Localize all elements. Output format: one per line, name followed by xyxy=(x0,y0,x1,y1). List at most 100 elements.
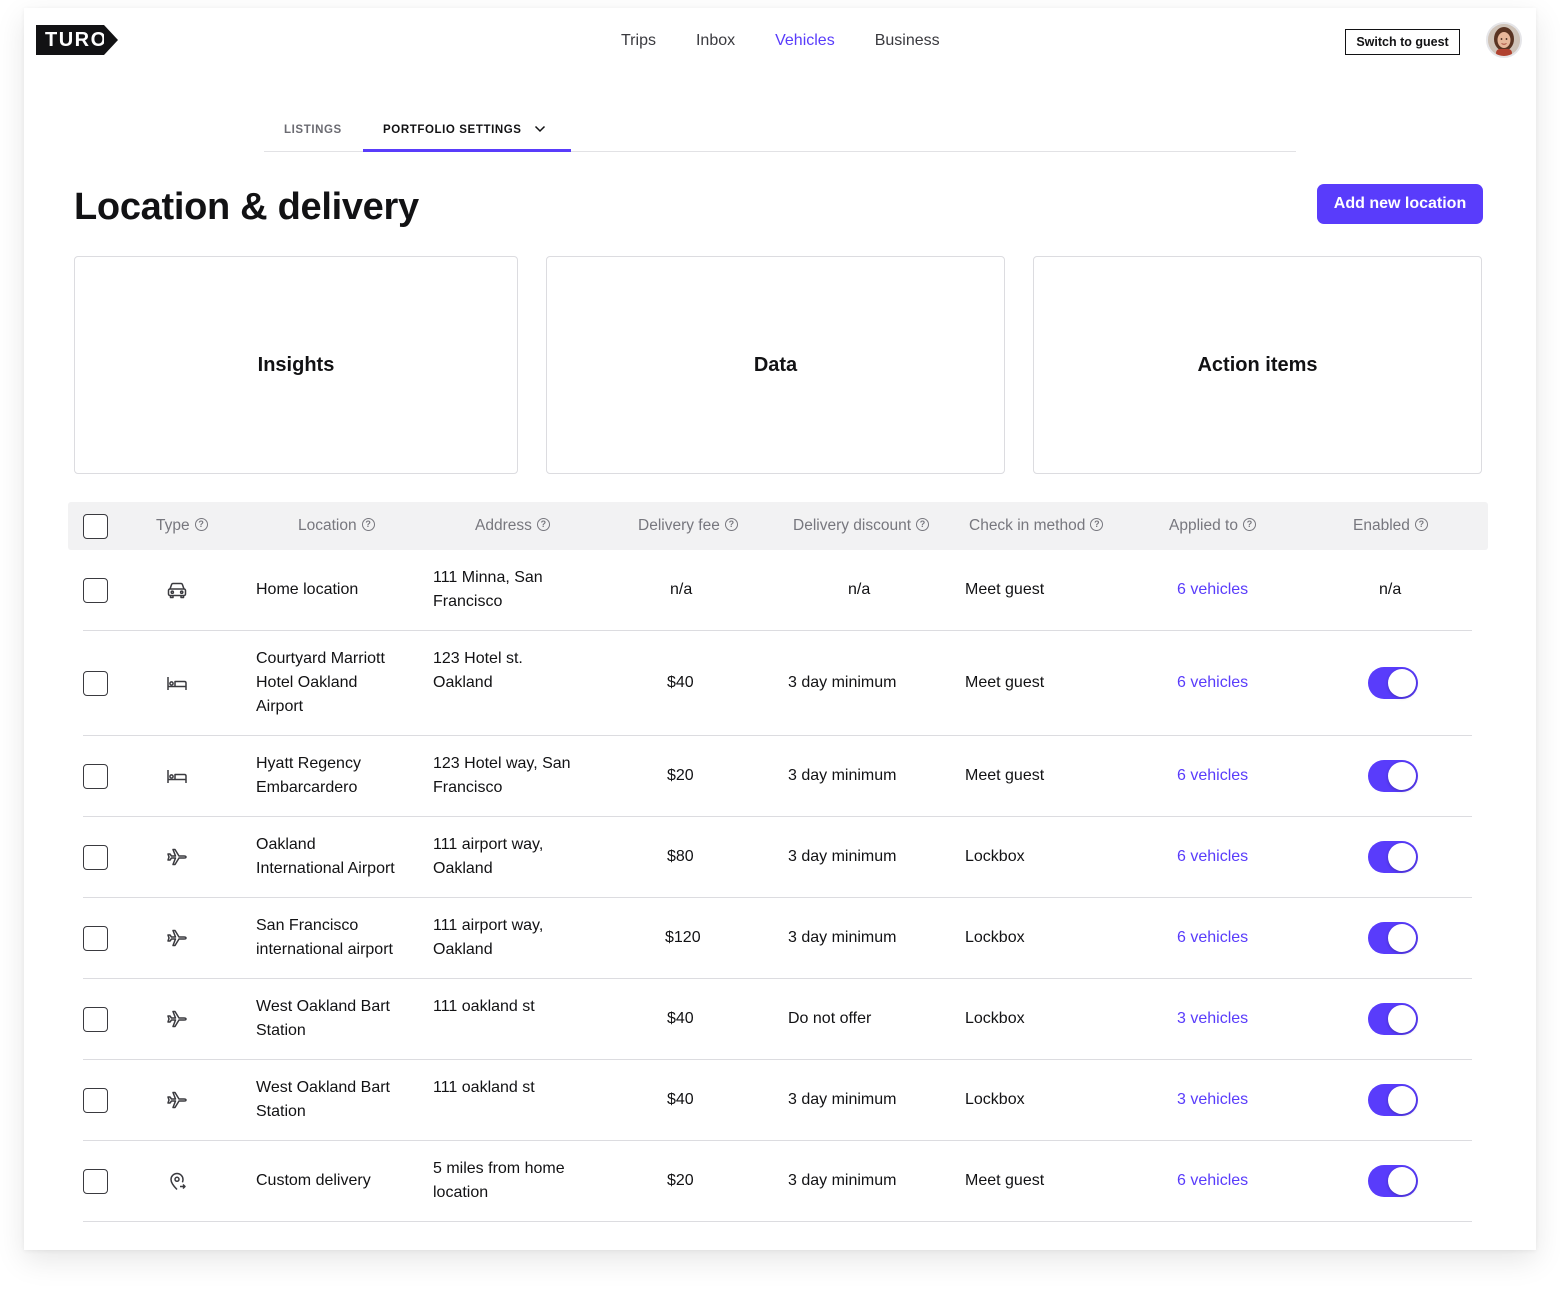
row-applied-to-link[interactable]: 3 vehicles xyxy=(1177,1007,1248,1031)
help-icon[interactable]: ? xyxy=(194,517,208,531)
header-check-in-method-label: Check in method xyxy=(969,517,1086,534)
help-icon[interactable]: ? xyxy=(724,517,738,531)
row-delivery-fee: $40 xyxy=(667,1091,694,1108)
nav-vehicles[interactable]: Vehicles xyxy=(775,31,835,51)
nav-business[interactable]: Business xyxy=(875,31,940,51)
row-applied-to-link[interactable]: 6 vehicles xyxy=(1177,1169,1248,1193)
table-header: Type? Location? Address? Delivery fee? D… xyxy=(68,502,1488,550)
header-location[interactable]: Location? xyxy=(298,502,375,550)
nav-trips[interactable]: Trips xyxy=(621,31,656,51)
header-applied-to[interactable]: Applied to? xyxy=(1169,502,1256,550)
row-address: 123 Hotel way, San Francisco xyxy=(433,755,571,796)
enabled-toggle[interactable] xyxy=(1368,1084,1418,1116)
action-items-card-title: Action items xyxy=(1197,353,1318,376)
tab-portfolio-settings-label: PORTFOLIO SETTINGS xyxy=(383,124,522,136)
toggle-knob xyxy=(1388,762,1416,790)
row-delivery-fee: $40 xyxy=(667,674,694,691)
row-address: 5 miles from home location xyxy=(433,1160,565,1201)
row-checkbox[interactable] xyxy=(83,1007,108,1032)
row-applied-to-link[interactable]: 6 vehicles xyxy=(1177,764,1248,788)
row-check-in-method: Meet guest xyxy=(965,674,1045,691)
row-applied-to-link[interactable]: 6 vehicles xyxy=(1177,926,1248,950)
row-delivery-discount: Do not offer xyxy=(788,1010,872,1027)
table-row[interactable]: Oakland International Airport 111 airpor… xyxy=(83,817,1472,898)
enabled-toggle[interactable] xyxy=(1368,922,1418,954)
row-applied-to-link[interactable]: 6 vehicles xyxy=(1177,578,1248,602)
row-location: West Oakland Bart Station xyxy=(256,1079,390,1120)
header-address[interactable]: Address? xyxy=(475,502,550,550)
header-type[interactable]: Type? xyxy=(156,502,208,550)
row-location: Custom delivery xyxy=(256,1172,371,1189)
top-nav: Trips Inbox Vehicles Business xyxy=(621,31,980,51)
airplane-icon xyxy=(167,929,187,947)
row-checkbox[interactable] xyxy=(83,1088,108,1113)
header-address-label: Address xyxy=(475,517,532,534)
row-address: 111 airport way, Oakland xyxy=(433,917,544,958)
nav-inbox[interactable]: Inbox xyxy=(696,31,735,51)
help-icon[interactable]: ? xyxy=(1414,517,1428,531)
row-checkbox[interactable] xyxy=(83,764,108,789)
row-checkbox[interactable] xyxy=(83,578,108,603)
row-check-in-method: Lockbox xyxy=(965,1010,1025,1027)
row-checkbox[interactable] xyxy=(83,1169,108,1194)
table-row[interactable]: Home location 111 Minna, San Francisco n… xyxy=(83,550,1472,631)
help-icon[interactable]: ? xyxy=(916,517,930,531)
enabled-toggle[interactable] xyxy=(1368,841,1418,873)
row-delivery-discount: 3 day minimum xyxy=(788,1091,897,1108)
enabled-toggle[interactable] xyxy=(1368,1003,1418,1035)
header-delivery-discount[interactable]: Delivery discount? xyxy=(793,502,930,550)
header-enabled[interactable]: Enabled? xyxy=(1353,502,1428,550)
enabled-toggle[interactable] xyxy=(1368,667,1418,699)
row-address: 123 Hotel st. Oakland xyxy=(433,650,523,691)
header-enabled-label: Enabled xyxy=(1353,517,1410,534)
toggle-knob xyxy=(1388,843,1416,871)
select-all-checkbox[interactable] xyxy=(83,514,108,539)
row-checkbox[interactable] xyxy=(83,926,108,951)
row-address: 111 oakland st xyxy=(433,1079,535,1096)
enabled-toggle[interactable] xyxy=(1368,760,1418,792)
enabled-toggle[interactable] xyxy=(1368,1165,1418,1197)
row-location: West Oakland Bart Station xyxy=(256,998,390,1039)
table-row[interactable]: West Oakland Bart Station 111 oakland st… xyxy=(83,1060,1472,1141)
row-location: Hyatt Regency Embarcardero xyxy=(256,755,361,796)
tab-portfolio-settings[interactable]: PORTFOLIO SETTINGS xyxy=(363,112,571,152)
row-checkbox[interactable] xyxy=(83,671,108,696)
switch-to-guest-button[interactable]: Switch to guest xyxy=(1345,29,1460,55)
location-pin-icon xyxy=(170,1172,186,1191)
action-items-card[interactable]: Action items xyxy=(1033,256,1482,474)
table-row[interactable]: Courtyard Marriott Hotel Oakland Airport… xyxy=(83,631,1472,736)
header-delivery-fee[interactable]: Delivery fee? xyxy=(638,502,738,550)
logo-arrow-shape xyxy=(104,25,118,55)
row-applied-to-link[interactable]: 6 vehicles xyxy=(1177,845,1248,869)
row-delivery-discount: 3 day minimum xyxy=(788,848,897,865)
table-row[interactable]: Hyatt Regency Embarcardero 123 Hotel way… xyxy=(83,736,1472,817)
row-address: 111 Minna, San Francisco xyxy=(433,569,543,610)
row-delivery-discount: 3 day minimum xyxy=(788,767,897,784)
avatar[interactable] xyxy=(1486,22,1522,58)
help-icon[interactable]: ? xyxy=(536,517,550,531)
tab-listings[interactable]: LISTINGS xyxy=(284,112,342,152)
table-row[interactable]: San Francisco international airport 111 … xyxy=(83,898,1472,979)
help-icon[interactable]: ? xyxy=(1090,517,1104,531)
header-check-in-method[interactable]: Check in method? xyxy=(969,502,1104,550)
header-type-label: Type xyxy=(156,517,190,534)
help-icon[interactable]: ? xyxy=(1242,517,1256,531)
header-delivery-fee-label: Delivery fee xyxy=(638,517,720,534)
insights-card[interactable]: Insights xyxy=(74,256,518,474)
row-delivery-fee: $40 xyxy=(667,1010,694,1027)
row-location: Home location xyxy=(256,581,359,598)
add-new-location-button[interactable]: Add new location xyxy=(1317,184,1483,224)
sub-tabs: LISTINGS PORTFOLIO SETTINGS xyxy=(264,112,1296,152)
row-check-in-method: Meet guest xyxy=(965,1172,1045,1189)
row-location: Oakland International Airport xyxy=(256,836,395,877)
row-checkbox[interactable] xyxy=(83,845,108,870)
table-row[interactable]: West Oakland Bart Station 111 oakland st… xyxy=(83,979,1472,1060)
help-icon[interactable]: ? xyxy=(361,517,375,531)
table-row[interactable]: Custom delivery 5 miles from home locati… xyxy=(83,1141,1472,1222)
data-card[interactable]: Data xyxy=(546,256,1005,474)
row-applied-to-link[interactable]: 3 vehicles xyxy=(1177,1088,1248,1112)
row-address: 111 oakland st xyxy=(433,998,535,1015)
page-title: Location & delivery xyxy=(74,186,419,228)
turo-logo[interactable]: TURO xyxy=(36,25,118,55)
row-applied-to-link[interactable]: 6 vehicles xyxy=(1177,671,1248,695)
